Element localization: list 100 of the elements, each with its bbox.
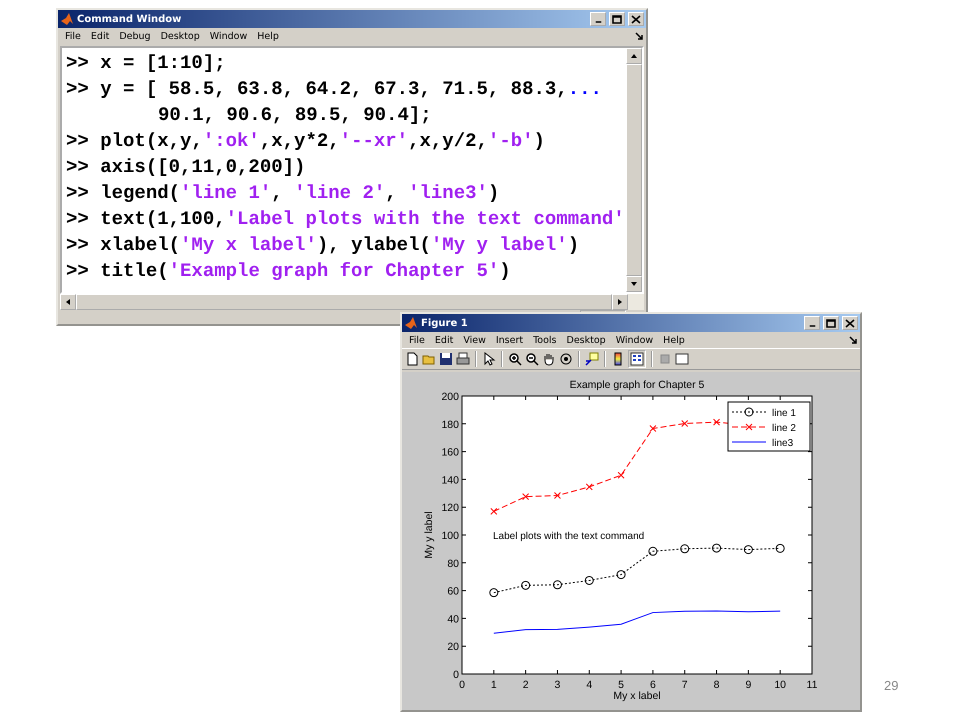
window-pane-icon[interactable]	[675, 352, 689, 366]
tick-label: 0	[453, 669, 459, 681]
data-point	[584, 576, 594, 585]
save-icon[interactable]	[439, 352, 453, 366]
arrow-icon[interactable]	[630, 52, 638, 60]
close-icon	[631, 14, 641, 24]
data-point	[522, 493, 530, 500]
data-point	[648, 546, 658, 556]
menu-item[interactable]: File	[60, 30, 86, 42]
minimize-button[interactable]	[590, 12, 606, 26]
tick-label: 3	[554, 679, 560, 691]
maximize-button[interactable]	[609, 12, 625, 26]
tick-label: 180	[441, 418, 459, 431]
data-point	[680, 544, 690, 554]
tick-label: 200	[441, 391, 459, 403]
data-point	[712, 544, 722, 553]
code-line: >> title('Example graph for Chapter 5')	[66, 259, 511, 284]
data-point	[616, 570, 626, 580]
arrow-icon[interactable]	[616, 298, 624, 306]
tick-label: 8	[714, 679, 720, 691]
tick-label: 9	[745, 679, 752, 691]
menu-item[interactable]: Help	[658, 334, 690, 346]
close-button[interactable]	[842, 316, 858, 330]
window-title: Command Window	[77, 14, 182, 24]
menu-item[interactable]: Insert	[490, 334, 528, 346]
print-icon[interactable]	[456, 352, 470, 366]
tick-label: 100	[441, 530, 459, 542]
data-point	[521, 580, 530, 590]
menu-item[interactable]: File	[404, 334, 430, 346]
menu-item[interactable]: Help	[252, 30, 284, 42]
legend-line	[732, 426, 766, 428]
arrow-icon[interactable]	[630, 280, 638, 288]
dock-arrow-icon[interactable]	[635, 32, 644, 40]
tick-label: 5	[618, 679, 624, 691]
tick-label: 80	[447, 558, 459, 570]
legend-marker	[744, 408, 754, 416]
code-line: >> axis([0,11,0,200])	[66, 155, 306, 180]
tick-label: 6	[650, 679, 656, 691]
code-line: >> legend('line 1', 'line 2', 'line3')	[66, 181, 500, 206]
tick-label: 11	[806, 679, 818, 691]
tick-label: 10	[774, 679, 786, 691]
minimize-button[interactable]	[804, 316, 820, 330]
maximize-icon	[612, 14, 622, 24]
data-point	[649, 425, 656, 432]
minimize-icon	[808, 325, 816, 327]
axis-label: My y label	[423, 511, 435, 559]
arrow-icon[interactable]	[64, 298, 72, 306]
data-point	[554, 492, 561, 500]
legend-icon[interactable]	[628, 350, 646, 368]
code-line: 90.1, 90.6, 89.5, 90.4];	[157, 103, 432, 128]
menu-item[interactable]: Window	[610, 334, 658, 346]
legend-marker	[746, 424, 752, 430]
menu-item[interactable]: Debug	[114, 30, 156, 42]
legend-label: line3	[772, 438, 794, 449]
vertical-scrollbar[interactable]	[626, 48, 642, 292]
hand-icon[interactable]	[542, 352, 556, 366]
data-cursor-icon[interactable]	[585, 352, 599, 366]
zoom-in-icon[interactable]	[508, 352, 522, 366]
data-point	[713, 418, 720, 426]
axis-label: My x label	[613, 690, 661, 702]
menu-item[interactable]: Window	[204, 30, 252, 42]
new-file-icon[interactable]	[405, 352, 419, 366]
window-title: Figure 1	[421, 318, 469, 328]
close-button[interactable]	[628, 12, 644, 26]
tick-label: 40	[447, 613, 459, 626]
tick-label: 2	[522, 679, 529, 691]
menu-item[interactable]: View	[458, 334, 491, 346]
rotate-icon[interactable]	[559, 352, 573, 366]
code-line: >> xlabel('My x label'), ylabel('My y label')	[66, 233, 580, 258]
code-line: >> plot(x,y,':ok',x,y*2,'--xr',x,y/2,'-b')	[66, 129, 545, 154]
zoom-out-icon[interactable]	[525, 352, 539, 366]
data-point	[618, 472, 625, 479]
legend-label: line 2	[772, 423, 796, 434]
dock-arrow-icon[interactable]	[849, 336, 858, 344]
menu-item[interactable]: Desktop	[562, 334, 611, 346]
data-point	[744, 545, 753, 554]
menu-item[interactable]: Desktop	[156, 30, 205, 42]
close-icon	[845, 318, 855, 328]
tick-label: 7	[682, 679, 688, 691]
page-number: 29	[884, 678, 898, 693]
menu-item[interactable]: Tools	[528, 334, 562, 346]
chart-title: Example graph for Chapter 5	[570, 379, 704, 391]
tick-label: 140	[441, 474, 459, 486]
data-point	[489, 588, 498, 598]
minimize-icon	[594, 21, 602, 23]
tick-label: 1	[490, 679, 497, 691]
horizontal-scrollbar[interactable]	[60, 294, 644, 310]
tick-label: 0	[459, 679, 465, 691]
pointer-icon[interactable]	[482, 352, 496, 366]
legend-label: line 1	[772, 408, 796, 419]
data-point	[552, 580, 562, 590]
code-line: >> text(1,100,'Label plots with the text command'	[66, 207, 625, 232]
menu-item[interactable]: Edit	[86, 30, 114, 42]
maximize-button[interactable]	[823, 316, 839, 330]
menu-item[interactable]: Edit	[430, 334, 458, 346]
data-point	[681, 420, 688, 428]
data-point	[490, 508, 498, 515]
tick-label: 60	[447, 586, 459, 598]
tick-label: 20	[447, 641, 459, 654]
tick-label: 160	[441, 446, 459, 459]
